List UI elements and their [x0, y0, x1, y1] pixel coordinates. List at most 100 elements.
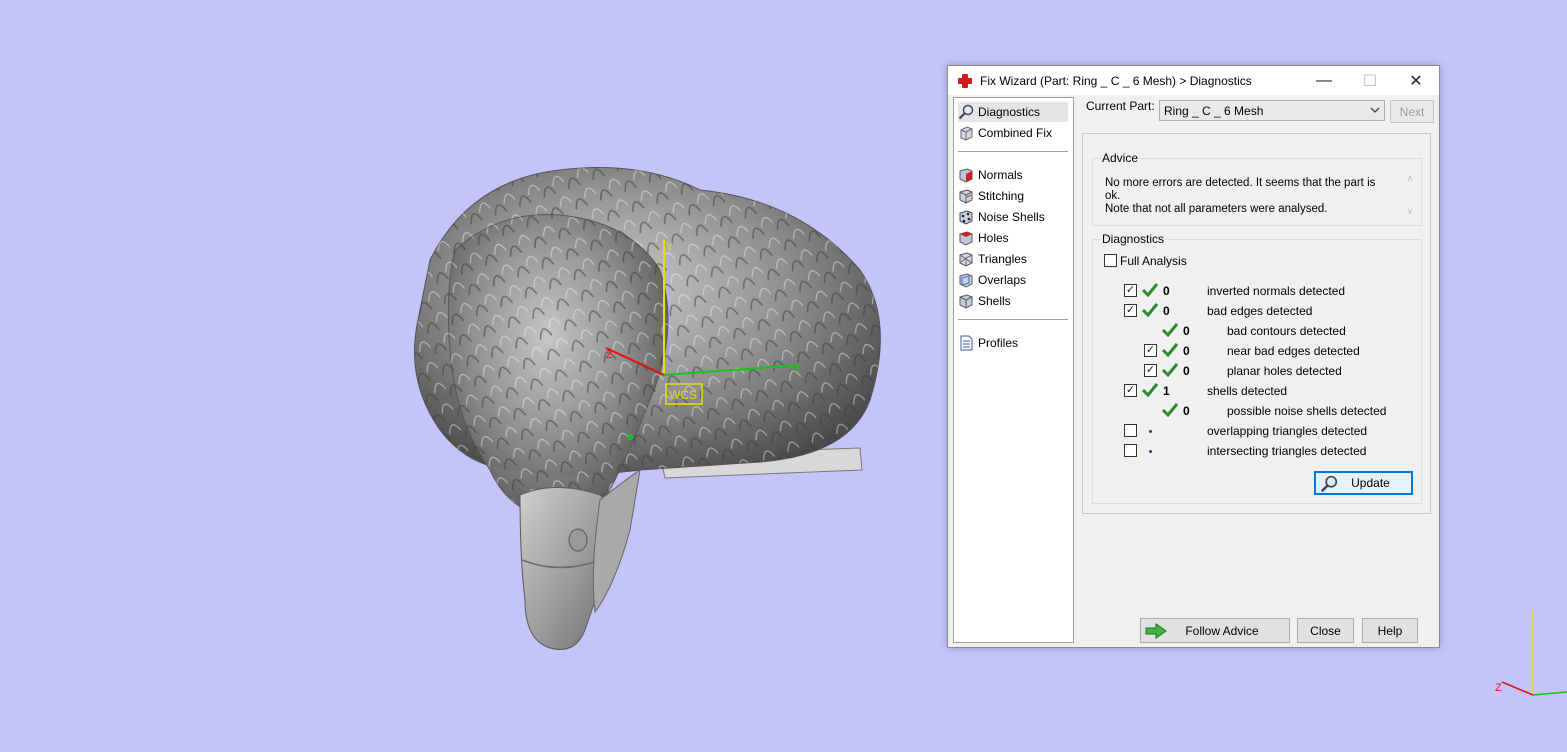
advice-text: No more errors are detected. It seems th…: [1105, 177, 1376, 215]
diag-count: 0: [1163, 304, 1170, 318]
nav-item-label: Normals: [978, 168, 1023, 182]
green-check-icon: [1141, 283, 1159, 298]
diag-checkbox-planar-holes[interactable]: ✓: [1144, 364, 1157, 377]
nav-item-triangles[interactable]: Triangles: [958, 249, 1068, 269]
not-analysed-dot-icon: [1149, 450, 1152, 453]
nav-item-label: Noise Shells: [978, 210, 1045, 224]
current-part-value: Ring _ C _ 6 Mesh: [1164, 103, 1264, 118]
axis-label-z: Z: [606, 349, 613, 361]
green-check-icon: [1141, 303, 1159, 318]
diag-count: 0: [1183, 364, 1190, 378]
advice-group: Advice No more errors are detected. It s…: [1092, 151, 1422, 226]
advice-scrollbar[interactable]: ∧ ∨: [1403, 173, 1417, 217]
nav-item-label: Overlaps: [978, 273, 1027, 287]
overlaps-cube-icon: [959, 273, 973, 288]
diag-label: planar holes detected: [1227, 364, 1342, 378]
diag-label: intersecting triangles detected: [1207, 444, 1367, 458]
nav-item-diagnostics[interactable]: Diagnostics: [958, 102, 1068, 122]
wcs-label: WCS: [669, 388, 697, 402]
orientation-axes: Z: [1495, 612, 1567, 696]
diag-count: 0: [1183, 404, 1190, 418]
axis-label-y: Y: [666, 241, 674, 253]
green-check-icon: [1161, 363, 1179, 378]
profiles-document-icon: [960, 335, 973, 351]
nav-divider: [958, 319, 1068, 320]
diag-checkbox-shells[interactable]: ✓: [1124, 384, 1137, 397]
green-check-icon: [1141, 383, 1159, 398]
nav-item-label: Holes: [978, 231, 1009, 245]
help-button[interactable]: Help: [1362, 618, 1418, 643]
window-title: Fix Wizard (Part: Ring _ C _ 6 Mesh) > D…: [980, 73, 1252, 88]
diag-label: near bad edges detected: [1227, 344, 1360, 358]
green-check-icon: [1161, 343, 1179, 358]
maximize-button[interactable]: ☐: [1347, 66, 1393, 95]
current-part-label: Current Part:: [1086, 99, 1155, 113]
nav-item-label: Triangles: [978, 252, 1027, 266]
nav-item-label: Profiles: [978, 336, 1019, 350]
stitching-cube-icon: [959, 189, 973, 204]
triangles-cube-icon: [959, 252, 973, 267]
diag-checkbox-bad-edges[interactable]: ✓: [1124, 304, 1137, 317]
diag-label: bad edges detected: [1207, 304, 1313, 318]
nav-item-noise-shells[interactable]: Noise Shells: [958, 207, 1068, 227]
green-check-icon: [1161, 323, 1179, 338]
follow-advice-button[interactable]: Follow Advice: [1140, 618, 1290, 643]
next-button[interactable]: Next: [1390, 100, 1434, 123]
corner-axis-label-z: Z: [1495, 682, 1502, 694]
current-part-select[interactable]: Ring _ C _ 6 Mesh: [1159, 100, 1385, 121]
normals-cube-icon: [959, 168, 973, 183]
green-arrow-icon: [1145, 623, 1167, 639]
full-analysis-label: Full Analysis: [1120, 254, 1187, 268]
nav-divider: [958, 151, 1068, 152]
diagnostics-group: Diagnostics Full Analysis ✓ 0 inverted n…: [1092, 232, 1422, 504]
diag-label: inverted normals detected: [1207, 284, 1346, 298]
diag-label: possible noise shells detected: [1227, 404, 1387, 418]
cube-icon: [960, 126, 973, 141]
diag-count: 0: [1163, 284, 1170, 298]
main-content-frame: Advice No more errors are detected. It s…: [1082, 133, 1431, 514]
nav-item-combined-fix[interactable]: Combined Fix: [958, 123, 1068, 143]
nav-item-label: Stitching: [978, 189, 1025, 203]
shells-cube-icon: [959, 294, 973, 309]
close-window-button[interactable]: ✕: [1393, 66, 1439, 95]
diag-checkbox-inverted-normals[interactable]: ✓: [1124, 284, 1137, 297]
diag-label: bad contours detected: [1227, 324, 1346, 338]
nav-item-shells[interactable]: Shells: [958, 291, 1068, 311]
axis-label-x: X: [793, 363, 801, 375]
fix-wizard-dialog: Fix Wizard (Part: Ring _ C _ 6 Mesh) > D…: [947, 65, 1440, 648]
scroll-down-icon[interactable]: ∨: [1407, 206, 1414, 217]
red-cross-app-icon: [958, 73, 972, 88]
nav-item-holes[interactable]: Holes: [958, 228, 1068, 248]
nav-item-stitching[interactable]: Stitching: [958, 186, 1068, 206]
title-bar[interactable]: Fix Wizard (Part: Ring _ C _ 6 Mesh) > D…: [948, 66, 1439, 95]
not-analysed-dot-icon: [1149, 430, 1152, 433]
fix-nav-panel: Diagnostics Combined Fix Normals Stitchi…: [953, 97, 1074, 643]
diagnostics-group-title: Diagnostics: [1101, 232, 1166, 246]
close-button[interactable]: Close: [1297, 618, 1354, 643]
nav-item-label: Shells: [978, 294, 1011, 308]
update-button[interactable]: Update: [1314, 471, 1413, 495]
nav-item-normals[interactable]: Normals: [958, 165, 1068, 185]
nav-item-label: Combined Fix: [978, 126, 1053, 140]
nav-item-overlaps[interactable]: Overlaps: [958, 270, 1068, 290]
diag-label: shells detected: [1207, 384, 1288, 398]
eagle-ring-model[interactable]: [413, 167, 881, 650]
full-analysis-checkbox[interactable]: [1104, 254, 1117, 267]
diag-count: 0: [1183, 344, 1190, 358]
pivot-point: [627, 434, 633, 440]
update-button-label: Update: [1351, 476, 1390, 490]
diag-label: overlapping triangles detected: [1207, 424, 1368, 438]
magnifier-icon: [1320, 475, 1338, 493]
diag-count: 0: [1183, 324, 1190, 338]
follow-advice-label: Follow Advice: [1185, 623, 1259, 638]
advice-group-title: Advice: [1101, 151, 1140, 165]
minimize-button[interactable]: —: [1301, 66, 1347, 95]
diag-checkbox-intersecting-triangles[interactable]: [1124, 444, 1137, 457]
diag-checkbox-near-bad-edges[interactable]: ✓: [1144, 344, 1157, 357]
diag-checkbox-overlapping-triangles[interactable]: [1124, 424, 1137, 437]
magnifier-icon: [958, 104, 974, 120]
chevron-down-icon: [1370, 107, 1380, 113]
noise-shells-icon: [959, 210, 973, 225]
scroll-up-icon[interactable]: ∧: [1407, 173, 1414, 184]
nav-item-profiles[interactable]: Profiles: [958, 333, 1068, 353]
